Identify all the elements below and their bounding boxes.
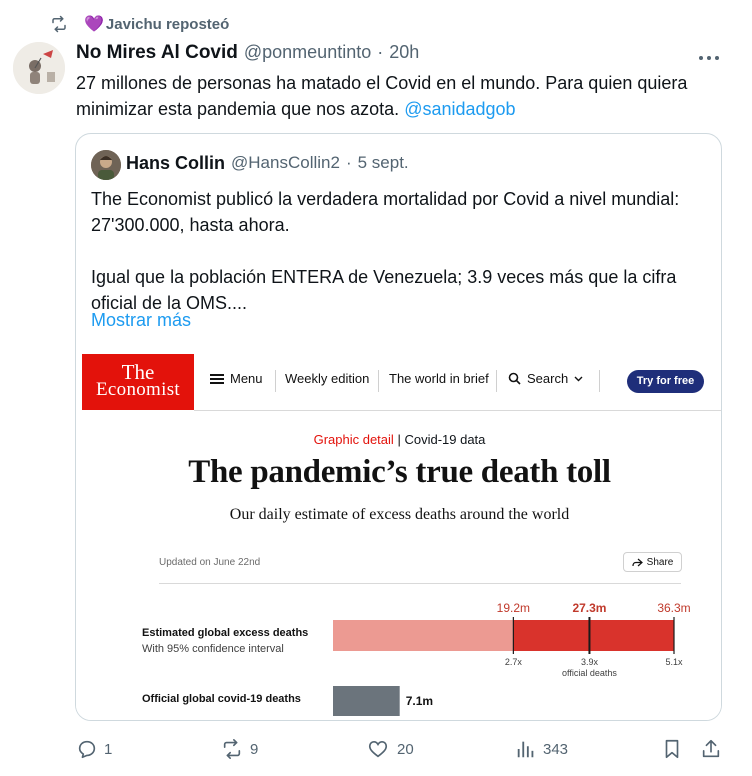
post-header: No Mires Al Covid @ponmeuntinto · 20h: [76, 42, 419, 64]
label-low: 19.2m: [497, 601, 530, 615]
quoted-body: The Economist publicó la verdadera morta…: [91, 186, 711, 316]
views-button[interactable]: 343: [515, 738, 568, 760]
repost-label[interactable]: Javichu reposteó: [106, 16, 229, 33]
nav-brief: The world in brief: [389, 371, 489, 386]
mention-link[interactable]: @sanidadgob: [404, 99, 515, 119]
nav-weekly: Weekly edition: [285, 371, 370, 386]
nav-divider: [599, 370, 600, 392]
share-label: Share: [646, 556, 674, 568]
post-time[interactable]: 20h: [389, 42, 419, 63]
nav-search: Search: [508, 371, 583, 386]
repost-indicator: 💜 Javichu reposteó: [50, 14, 229, 34]
kicker-separator: |: [397, 432, 401, 447]
bookmark-icon: [665, 739, 679, 759]
quoted-paragraph-1: The Economist publicó la verdadera morta…: [91, 189, 680, 235]
quoted-author-name[interactable]: Hans Collin: [126, 153, 225, 174]
share-button: Share: [623, 552, 682, 572]
purple-heart-emoji: 💜: [84, 16, 104, 33]
repost-icon: [223, 739, 241, 759]
show-more-link[interactable]: Mostrar más: [91, 310, 191, 331]
nav-menu: Menu: [210, 371, 263, 386]
quoted-time[interactable]: 5 sept.: [358, 153, 409, 174]
bar-below-interval: [333, 620, 514, 651]
share-post-button[interactable]: [700, 738, 722, 765]
chevron-down-icon: [574, 376, 583, 381]
like-button[interactable]: 20: [367, 738, 414, 760]
quoted-header: Hans Collin @HansCollin2 · 5 sept.: [126, 153, 409, 174]
reply-button[interactable]: 1: [76, 738, 112, 760]
author-name[interactable]: No Mires Al Covid: [76, 42, 238, 64]
nav-divider: [496, 370, 497, 392]
bar-confidence-interval: [513, 620, 674, 651]
author-handle[interactable]: @ponmeuntinto: [244, 42, 371, 63]
post-text: 27 millones de personas ha matado el Cov…: [76, 73, 688, 119]
chart-top-rule: [159, 583, 681, 584]
reply-count: 1: [104, 740, 113, 758]
post-body: 27 millones de personas ha matado el Cov…: [76, 70, 736, 122]
hamburger-icon: [210, 373, 224, 384]
bar-official: [333, 686, 400, 716]
quoted-avatar-photo: [91, 150, 121, 180]
nav-menu-label: Menu: [230, 371, 263, 386]
like-count: 20: [397, 740, 414, 758]
heart-icon: [368, 741, 388, 758]
views-chart-icon: [517, 741, 534, 758]
bookmark-button[interactable]: [661, 738, 683, 765]
share-arrow-icon: [632, 558, 643, 566]
multiple-low: 2.7x: [505, 657, 523, 667]
repost-count: 9: [250, 740, 259, 758]
label-official: 7.1m: [406, 694, 433, 708]
logo-line-2: Economist: [96, 379, 180, 400]
nav-search-label: Search: [527, 371, 569, 386]
quoted-paragraph-2: Igual que la población ENTERA de Venezue…: [91, 267, 677, 313]
search-icon: [508, 372, 521, 385]
repost-icon: [52, 15, 66, 33]
updated-date: Updated on June 22nd: [159, 557, 261, 568]
more-options-icon[interactable]: [698, 44, 720, 67]
views-count: 343: [543, 740, 569, 758]
avatar-illustration: [13, 42, 65, 94]
separator-dot: ·: [377, 42, 384, 62]
repost-button[interactable]: 9: [220, 738, 258, 760]
economist-logo: The Economist: [82, 354, 194, 410]
separator-dot: ·: [345, 153, 352, 172]
share-icon: [702, 739, 720, 758]
reply-icon: [78, 740, 96, 759]
nav-rule: [194, 410, 721, 411]
economist-screenshot-image[interactable]: The Economist Menu Weekly edition The wo…: [76, 354, 721, 720]
kicker-section: Graphic detail: [313, 432, 394, 447]
quoted-author-avatar[interactable]: [91, 150, 121, 180]
quoted-post[interactable]: Hans Collin @HansCollin2 · 5 sept. The E…: [75, 133, 722, 721]
label-central: 27.3m: [572, 601, 606, 615]
nav-divider: [378, 370, 379, 392]
author-avatar[interactable]: [13, 42, 65, 94]
label-high: 36.3m: [657, 601, 690, 615]
try-for-free-button: Try for free: [627, 370, 704, 393]
excess-deaths-chart: 19.2m 27.3m 36.3m 2.7x 3.9x 5.1x official deat…: [333, 601, 691, 716]
nav-divider: [275, 370, 276, 392]
kicker-topic: Covid-19 data: [404, 432, 486, 447]
quoted-author-handle[interactable]: @HansCollin2: [231, 153, 340, 174]
multiple-high: 5.1x: [665, 657, 683, 667]
article-subhead: Our daily estimate of excess deaths arou…: [229, 506, 570, 523]
multiple-note: official deaths: [562, 668, 617, 678]
multiple-central: 3.9x: [581, 657, 599, 667]
article-headline: The pandemic’s true death toll: [188, 454, 611, 490]
article-kicker: Graphic detail | Covid-19 data: [76, 432, 721, 447]
